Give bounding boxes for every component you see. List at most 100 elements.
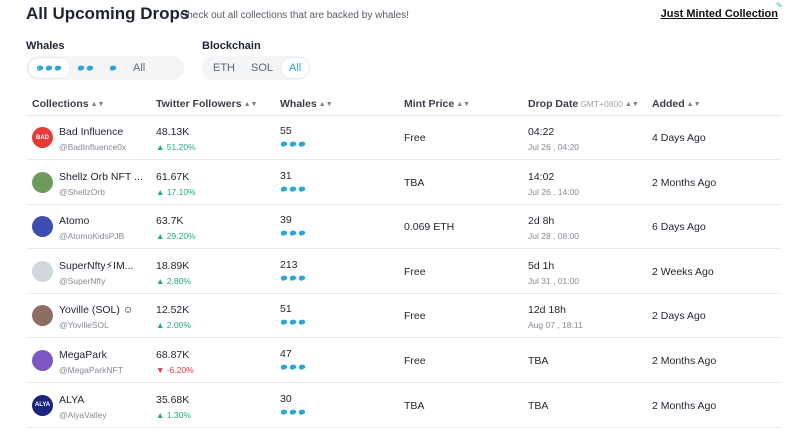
whale-icon xyxy=(280,408,288,416)
table-row[interactable]: ALYA ALYA @AlyaValley 35.68K ▲ 1.30% 30 TBA TBA… xyxy=(26,384,782,428)
whale-icon xyxy=(86,64,94,72)
twitter-followers: 12.52K xyxy=(156,304,190,317)
whales-filter-1[interactable] xyxy=(102,58,125,78)
page-subtitle: Check out all collections that are backe… xyxy=(180,10,410,21)
just-minted-label: Just Minted Collection xyxy=(660,8,778,20)
mint-price: TBA xyxy=(404,399,425,412)
followers-change: ▲ 51.20% xyxy=(156,142,196,152)
collection-handle[interactable]: @YovilleSOL xyxy=(59,320,109,330)
collection-name[interactable]: Shellz Orb NFT ... xyxy=(59,171,151,183)
whales-filter: All xyxy=(26,56,184,80)
followers-change: ▲ 29.20% xyxy=(156,231,196,242)
table-header: Collections ▲▼ Twitter Followers ▲▼ Whales… xyxy=(26,92,782,116)
table-row[interactable]: Atomo @AtomoKidsPJB 63.7K ▲ 29.20% 39 0.069 E… xyxy=(26,205,782,250)
table-row[interactable]: SuperNfty⚡IM... @SuperNfty 18.89K ▲ 2.80% 21… xyxy=(26,250,782,294)
added-time: 4 Days Ago xyxy=(652,132,706,144)
followers-change: ▲ 2.00% xyxy=(156,320,191,331)
timezone-label: GMT+0800 xyxy=(580,99,623,109)
mint-price: Free xyxy=(404,132,426,144)
twitter-followers: 18.89K xyxy=(156,259,190,272)
blockchain-filter-eth[interactable]: ETH xyxy=(205,58,243,78)
whale-icon xyxy=(298,140,306,148)
collection-handle[interactable]: @MegaParkNFT xyxy=(59,365,123,375)
whale-icon xyxy=(298,318,306,326)
sort-icon: ▲▼ xyxy=(624,101,639,108)
collection-name[interactable]: ALYA xyxy=(59,394,151,406)
twitter-followers: 48.13K xyxy=(156,126,190,138)
column-mint-price[interactable]: Mint Price ▲▼ xyxy=(404,98,470,110)
drop-date: 14:02 xyxy=(528,170,555,183)
sort-icon: ▲▼ xyxy=(456,101,471,108)
whales-filter-label: Whales xyxy=(26,40,65,52)
added-time: 2 Months Ago xyxy=(652,355,717,367)
collection-name[interactable]: MegaPark xyxy=(59,349,151,361)
blockchain-filter-sol[interactable]: SOL xyxy=(243,58,281,78)
whales-filter-all[interactable]: All xyxy=(125,58,153,78)
collection-name[interactable]: Bad Influence xyxy=(59,126,151,138)
table-row[interactable]: BAD Bad Influence @BadInfluence0x 48.13K ▲ 5… xyxy=(26,116,782,160)
collection-name[interactable]: Yoville (SOL) ☺ xyxy=(59,304,151,316)
added-time: 2 Months Ago xyxy=(652,176,717,189)
whale-icon xyxy=(289,185,297,193)
just-minted-collection-link[interactable]: Just Minted Collection xyxy=(661,8,778,20)
drop-date-detail: Jul 31 , 01:00 xyxy=(528,275,580,286)
whale-icons xyxy=(280,408,307,416)
followers-change: ▲ 2.80% xyxy=(156,275,191,286)
drop-date-detail: Jul 28 , 08:00 xyxy=(528,231,580,242)
mint-price: TBA xyxy=(404,176,425,189)
drop-date-detail: Aug 07 , 18:11 xyxy=(528,320,583,331)
sort-icon: ▲▼ xyxy=(90,101,105,108)
drop-date: TBA xyxy=(528,355,549,367)
whale-count: 30 xyxy=(280,392,292,405)
column-collections[interactable]: Collections ▲▼ xyxy=(32,98,104,110)
collection-name[interactable]: Atomo xyxy=(59,215,151,227)
collection-handle[interactable]: @AlyaValley xyxy=(59,410,107,420)
drop-date: 2d 8h xyxy=(528,215,555,228)
twitter-followers: 61.67K xyxy=(156,170,190,183)
whale-count: 213 xyxy=(280,258,298,271)
whale-count: 47 xyxy=(280,348,292,360)
collection-avatar xyxy=(32,350,53,371)
whale-icons xyxy=(280,140,307,148)
collection-handle[interactable]: @BadInfluence0x xyxy=(59,142,126,152)
whale-icon xyxy=(77,64,85,72)
whale-icon xyxy=(280,140,288,148)
page-title: All Upcoming Drops xyxy=(26,4,190,23)
collection-handle[interactable]: @SuperNfty xyxy=(59,276,105,286)
whale-icon xyxy=(289,274,297,282)
collection-avatar xyxy=(32,305,53,327)
table-row[interactable]: Shellz Orb NFT ... @ShellzOrb 61.67K ▲ 17.1… xyxy=(26,161,782,205)
table-row[interactable]: Yoville (SOL) ☺ @YovilleSOL 12.52K ▲ 2.00% 5… xyxy=(26,294,782,339)
column-whales[interactable]: Whales ▲▼ xyxy=(280,98,333,110)
blockchain-filter-all[interactable]: All xyxy=(281,58,310,78)
whales-filter-3[interactable] xyxy=(29,58,70,78)
whale-icon xyxy=(109,64,117,72)
column-added[interactable]: Added ▲▼ xyxy=(652,98,701,110)
table-row[interactable]: MegaPark @MegaParkNFT 68.87K ▼ -6.20% 47 Free… xyxy=(26,339,782,383)
whales-filter-2[interactable] xyxy=(70,58,102,78)
whale-icon xyxy=(298,274,306,282)
whale-icon xyxy=(298,185,306,193)
drop-date: 04:22 xyxy=(528,126,555,138)
collection-handle[interactable]: @AtomoKidsPJB xyxy=(59,231,124,241)
blockchain-filter: ETH SOL All xyxy=(202,56,310,80)
collection-avatar xyxy=(32,216,53,238)
column-drop-date[interactable]: Drop Date GMT+0800 ▲▼ xyxy=(528,98,639,110)
page-header: All Upcoming Drops Check out all collect… xyxy=(26,2,783,28)
added-time: 2 Days Ago xyxy=(652,310,706,323)
collection-name[interactable]: SuperNfty⚡IM... xyxy=(59,260,151,272)
whale-icon xyxy=(280,318,288,326)
whale-count: 39 xyxy=(280,214,292,227)
collection-avatar xyxy=(32,260,53,282)
whale-icon xyxy=(289,408,297,416)
sort-icon: ▲▼ xyxy=(243,101,258,108)
collection-handle[interactable]: @ShellzOrb xyxy=(59,187,105,197)
column-twitter-followers[interactable]: Twitter Followers ▲▼ xyxy=(156,98,257,110)
whale-icon xyxy=(280,274,288,282)
whale-icons xyxy=(280,318,307,326)
whale-icon xyxy=(289,229,297,237)
drop-date: 12d 18h xyxy=(528,304,566,317)
mint-price: Free xyxy=(404,355,426,367)
collection-avatar xyxy=(32,171,53,193)
whale-icons xyxy=(280,363,307,371)
